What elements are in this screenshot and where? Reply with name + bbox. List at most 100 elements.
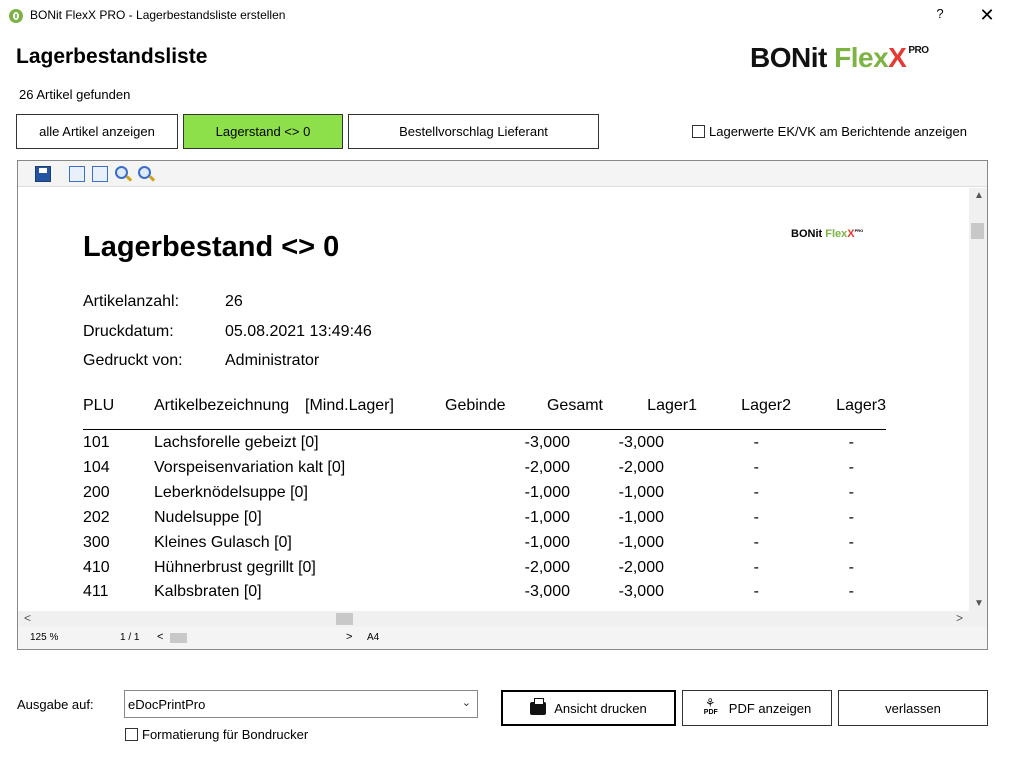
col-header-min: [Mind.Lager] (305, 397, 394, 414)
table-row: 410 Hühnerbrust gegrillt [0] -2,000 -2,000 -… (18, 559, 968, 584)
stock-nonzero-button[interactable]: Lagerstand <> 0 (183, 114, 343, 149)
cell-name: Vorspeisenvariation kalt [0] (154, 458, 346, 476)
window-title: BONit FlexX PRO - Lagerbestandsliste ers… (30, 8, 286, 22)
page-indicator: 1 / 1 (120, 632, 140, 643)
receipt-format-checkbox[interactable] (125, 728, 138, 741)
table-row: 104 Vorspeisenvariation kalt [0] -2,000 -2,… (18, 459, 968, 484)
fit-width-icon[interactable] (92, 166, 108, 182)
cell-gesamt: -3,000 (524, 434, 570, 451)
col-header-lager1: Lager1 (647, 397, 697, 414)
help-button[interactable]: ? (928, 6, 952, 26)
page-next-icon[interactable]: > (346, 631, 352, 643)
chevron-down-icon[interactable]: ⌄ (462, 696, 471, 709)
cell-lager3: - (848, 558, 854, 576)
table-row: 202 Nudelsuppe [0] -1,000 -1,000 - - (18, 509, 968, 534)
report-title: Lagerbestand <> 0 (83, 231, 340, 263)
meta-value-date: 05.08.2021 13:49:46 (225, 323, 372, 340)
cell-lager3: - (848, 533, 854, 551)
show-pdf-label: PDF anzeigen (728, 700, 812, 716)
page-title: Lagerbestandsliste (16, 45, 208, 68)
cell-lager1: -2,000 (618, 458, 664, 476)
printer-select[interactable]: eDocPrintPro ⌄ (124, 690, 478, 718)
cell-name: Leberknödelsuppe [0] (154, 483, 308, 501)
brand-logo: BONit FlexX PRO (750, 42, 929, 73)
vertical-scrollbar[interactable]: ▲ ▼ (969, 188, 987, 611)
fit-page-icon[interactable] (69, 166, 85, 182)
scroll-down-icon[interactable]: ▼ (974, 598, 984, 609)
report-page: Lagerbestand <> 0 BONit FlexXPRO Artikel… (18, 188, 968, 611)
scroll-left-icon[interactable]: < (24, 611, 31, 625)
cell-gesamt: -1,000 (524, 483, 570, 501)
meta-value-count: 26 (225, 293, 243, 310)
cell-lager2: - (753, 434, 759, 451)
supplier-order-button[interactable]: Bestellvorschlag Lieferant (348, 114, 599, 149)
exit-button[interactable]: verlassen (838, 690, 988, 726)
receipt-format-label[interactable]: Formatierung für Bondrucker (142, 727, 308, 742)
cell-lager3: - (848, 458, 854, 476)
paper-size: A4 (367, 632, 380, 643)
meta-label-date: Druckdatum: (83, 323, 174, 340)
report-viewer: Lagerbestand <> 0 BONit FlexXPRO Artikel… (17, 160, 988, 650)
col-header-gesamt: Gesamt (546, 397, 603, 414)
cell-lager3: - (848, 434, 854, 451)
ekvk-label[interactable]: Lagerwerte EK/VK am Berichtende anzeigen (709, 124, 967, 139)
cell-name: Kleines Gulasch [0] (154, 533, 292, 551)
page-prev-icon[interactable]: < (157, 631, 163, 643)
output-label: Ausgabe auf: (17, 697, 94, 712)
print-view-button[interactable]: Ansicht drucken (501, 690, 676, 726)
meta-value-user: Administrator (225, 352, 320, 369)
cell-lager2: - (753, 558, 759, 576)
table-row: 200 Leberknödelsuppe [0] -1,000 -1,000 - - (18, 484, 968, 509)
title-bar: BONit FlexX PRO - Lagerbestandsliste ers… (0, 0, 1010, 31)
meta-label-count: Artikelanzahl: (83, 293, 180, 310)
ekvk-checkbox[interactable] (692, 125, 705, 138)
cell-lager3: - (848, 483, 854, 501)
cell-plu: 411 (83, 583, 109, 601)
cell-lager1: -3,000 (618, 434, 664, 451)
show-all-button[interactable]: alle Artikel anzeigen (16, 114, 178, 149)
cell-lager2: - (753, 458, 759, 476)
col-header-lager2: Lager2 (741, 397, 791, 414)
show-pdf-button[interactable]: PDF PDF anzeigen (682, 690, 832, 726)
cell-lager3: - (848, 508, 854, 526)
cell-name: Kalbsbraten [0] (154, 583, 262, 601)
save-icon[interactable] (35, 166, 51, 182)
vertical-scroll-thumb[interactable] (971, 223, 984, 239)
printer-icon (530, 697, 547, 715)
table-row: 300 Kleines Gulasch [0] -1,000 -1,000 - - (18, 534, 968, 559)
result-count: 26 Artikel gefunden (19, 87, 131, 102)
col-header-plu: PLU (83, 397, 115, 414)
col-header-gebinde: Gebinde (445, 397, 506, 414)
close-button[interactable]: ✕ (972, 4, 1002, 26)
col-header-name: Artikelbezeichnung (154, 397, 290, 414)
cell-gesamt: -1,000 (524, 533, 570, 551)
scroll-right-icon[interactable]: > (956, 611, 963, 625)
cell-name: Lachsforelle gebeizt [0] (154, 434, 319, 451)
cell-name: Hühnerbrust gegrillt [0] (154, 558, 316, 576)
cell-gesamt: -3,000 (524, 583, 570, 601)
cell-lager2: - (753, 483, 759, 501)
cell-plu: 300 (83, 533, 110, 551)
cell-lager1: -1,000 (618, 508, 664, 526)
cell-plu: 104 (83, 458, 110, 476)
cell-plu: 101 (83, 434, 110, 451)
page-scroll-thumb[interactable] (170, 633, 187, 643)
printer-select-value: eDocPrintPro (128, 697, 206, 712)
horizontal-scrollbar[interactable]: < > (18, 611, 987, 627)
cell-lager3: - (848, 583, 854, 601)
viewer-toolbar (18, 161, 987, 187)
cell-plu: 200 (83, 483, 110, 501)
app-logo-icon (9, 9, 23, 23)
scroll-up-icon[interactable]: ▲ (974, 190, 984, 201)
report-logo: BONit FlexXPRO (791, 228, 864, 240)
horizontal-scroll-thumb[interactable] (336, 613, 353, 625)
col-header-lager3: Lager3 (836, 397, 886, 414)
cell-lager2: - (753, 533, 759, 551)
cell-lager2: - (753, 583, 759, 601)
cell-lager1: -1,000 (618, 533, 664, 551)
table-row: 101 Lachsforelle gebeizt [0] -3,000 -3,000 -… (18, 434, 968, 459)
viewer-statusbar: 125 % 1 / 1 < > A4 (18, 627, 987, 649)
zoom-out-icon[interactable] (138, 166, 151, 179)
cell-gesamt: -2,000 (524, 558, 570, 576)
zoom-in-icon[interactable] (115, 166, 128, 179)
